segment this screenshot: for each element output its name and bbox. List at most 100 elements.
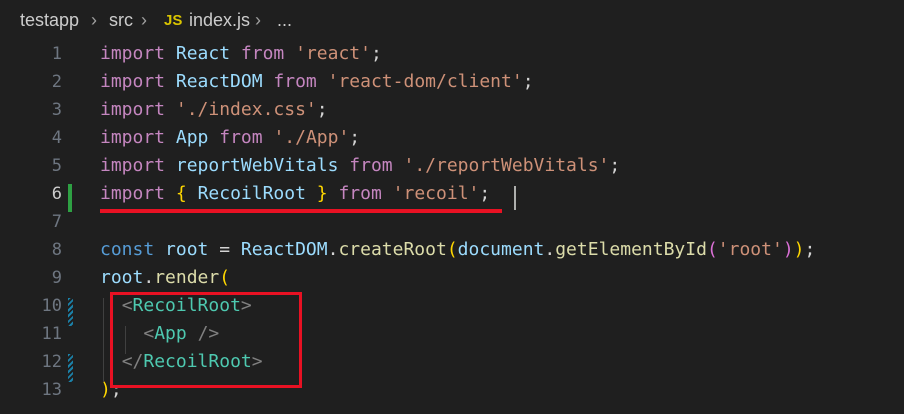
code-token: import	[100, 127, 166, 148]
red-box-annotation	[110, 292, 302, 388]
code-line[interactable]: import App from './App';	[100, 124, 360, 152]
code-line[interactable]: import './index.css';	[100, 96, 328, 124]
breadcrumb-item-more[interactable]: ...	[277, 10, 292, 31]
code-token: ;	[479, 183, 491, 204]
code-token: render	[154, 267, 220, 288]
code-token: )	[782, 239, 794, 260]
line-number: 4	[51, 128, 62, 148]
javascript-file-icon: JS	[164, 12, 183, 29]
code-token: getElementById	[555, 239, 707, 260]
code-token: './reportWebVitals'	[403, 155, 610, 176]
modified-line-marker[interactable]	[68, 298, 73, 326]
code-token: (	[446, 239, 458, 260]
code-token: ReactDOM	[240, 239, 328, 260]
line-number: 13	[41, 380, 62, 400]
code-token: const	[100, 239, 155, 260]
line-number: 5	[51, 156, 62, 176]
code-token: './index.css'	[175, 99, 317, 120]
code-line[interactable]: import { RecoilRoot } from 'recoil';	[100, 180, 490, 208]
line-number: 3	[51, 100, 62, 120]
code-token: root	[165, 239, 209, 260]
code-token: RecoilRoot	[197, 183, 306, 204]
code-token: App	[175, 127, 209, 148]
code-token: import	[100, 71, 166, 92]
code-token: ;	[349, 127, 361, 148]
code-line[interactable]: import ReactDOM from 'react-dom/client';	[100, 68, 534, 96]
code-token: ;	[522, 71, 534, 92]
code-token: (	[219, 267, 231, 288]
line-number: 6	[51, 184, 62, 204]
code-token: import	[100, 99, 166, 120]
code-token: from	[349, 155, 393, 176]
breadcrumb: testapp › src › JS index.js › ...	[0, 0, 904, 40]
indent-guide	[103, 298, 104, 382]
code-line[interactable]: import reportWebVitals from './reportWeb…	[100, 152, 620, 180]
code-token: .	[544, 239, 556, 260]
line-number: 9	[51, 268, 62, 288]
breadcrumb-item-src[interactable]: src	[109, 10, 133, 31]
code-token: from	[273, 71, 317, 92]
code-token: 'recoil'	[392, 183, 480, 204]
code-token: ;	[804, 239, 816, 260]
code-token: reportWebVitals	[175, 155, 339, 176]
code-token: React	[175, 43, 231, 64]
red-underline-annotation	[100, 209, 502, 213]
code-token: ;	[609, 155, 621, 176]
chevron-right-icon: ›	[91, 10, 97, 30]
code-token: 'react'	[295, 43, 371, 64]
code-token: 'root'	[717, 239, 783, 260]
breadcrumb-item-testapp[interactable]: testapp	[20, 10, 79, 31]
code-line[interactable]: root.render(	[100, 264, 230, 292]
line-number: 7	[51, 212, 62, 232]
code-token: from	[240, 43, 285, 64]
line-number: 12	[41, 352, 62, 372]
code-token: from	[219, 127, 263, 148]
chevron-right-icon: ›	[141, 10, 147, 30]
code-line[interactable]: import React from 'react';	[100, 40, 382, 68]
code-token: (	[706, 239, 718, 260]
line-number: 10	[41, 296, 62, 316]
code-token: from	[338, 183, 382, 204]
code-token: './App'	[273, 127, 350, 148]
code-token: )	[793, 239, 805, 260]
code-token: document	[457, 239, 545, 260]
code-token: createRoot	[338, 239, 447, 260]
code-token: import	[100, 155, 166, 176]
code-token: ;	[316, 99, 328, 120]
code-token: 'react-dom/client'	[327, 71, 523, 92]
modified-line-marker[interactable]	[68, 184, 72, 212]
code-token: ;	[370, 43, 382, 64]
line-number: 2	[51, 72, 62, 92]
text-cursor	[514, 186, 516, 210]
line-number: 8	[51, 240, 62, 260]
code-token: root	[100, 267, 144, 288]
modified-line-marker[interactable]	[68, 354, 73, 382]
code-line[interactable]: const root = ReactDOM.createRoot(documen…	[100, 236, 815, 264]
breadcrumb-item-file[interactable]: index.js	[189, 10, 250, 31]
chevron-right-icon: ›	[255, 10, 261, 30]
code-token: .	[143, 267, 155, 288]
code-token: import	[100, 183, 166, 204]
line-number: 11	[41, 324, 62, 344]
code-token: {	[175, 183, 187, 204]
code-token: import	[100, 43, 166, 64]
